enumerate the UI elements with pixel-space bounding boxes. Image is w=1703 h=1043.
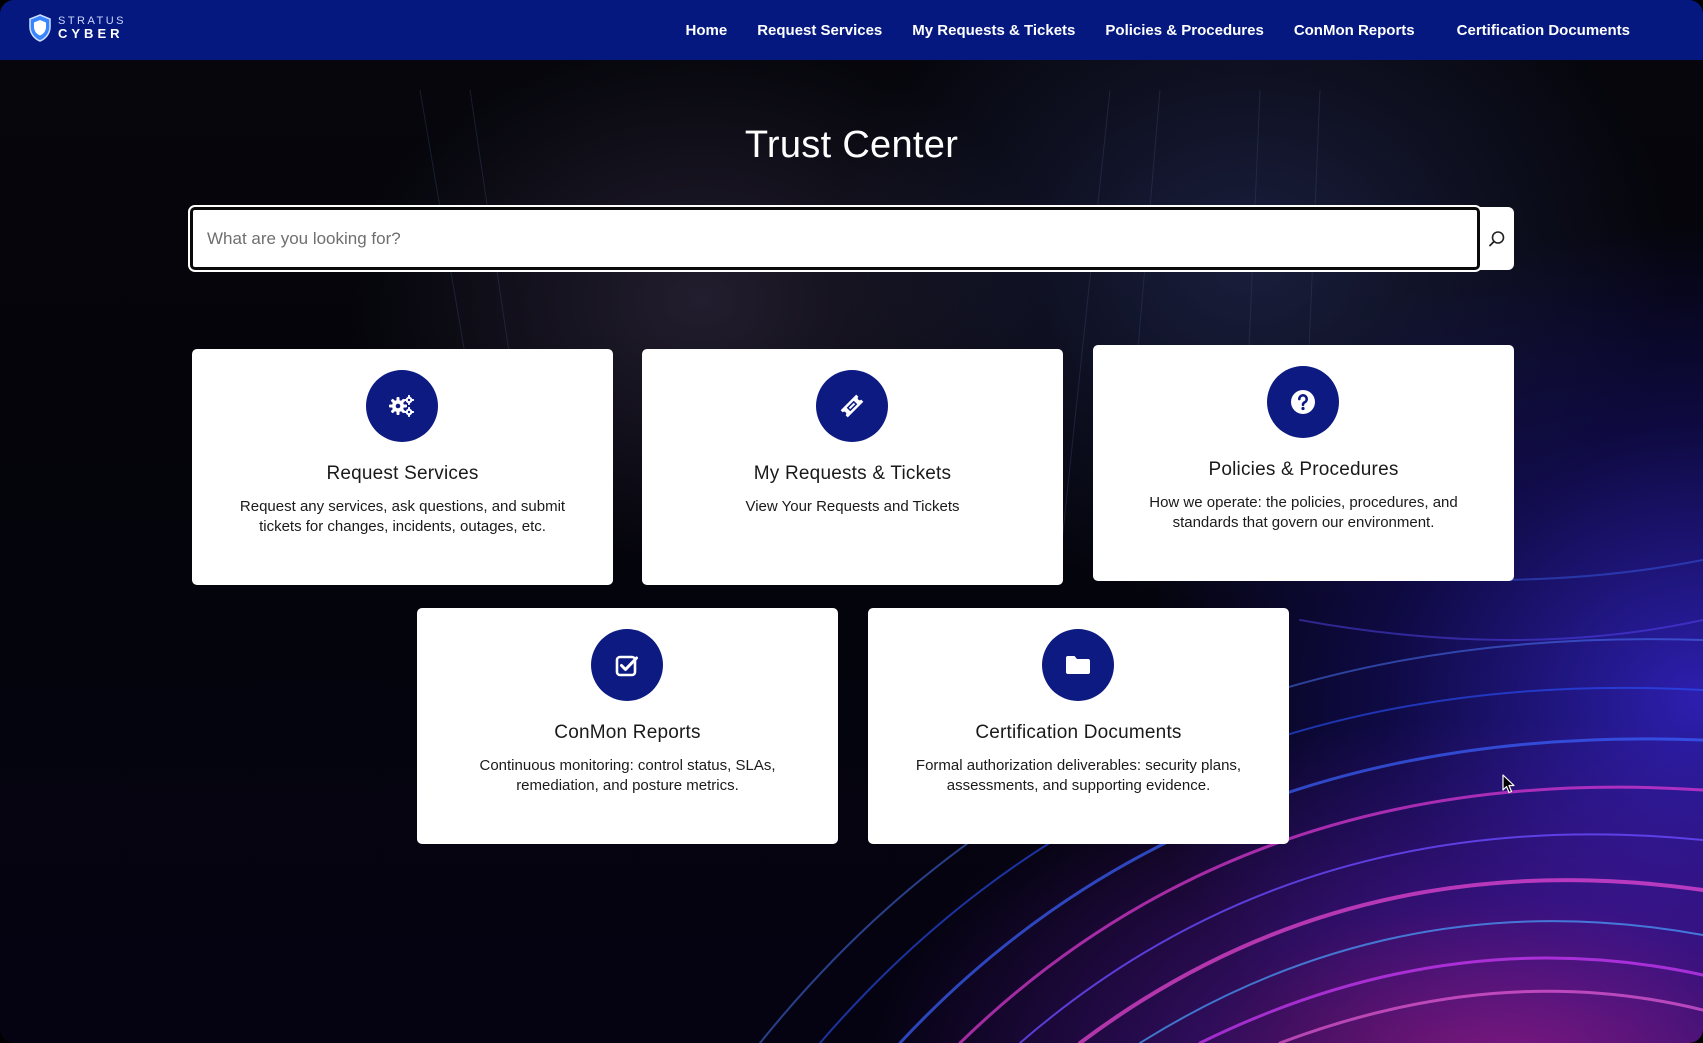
card-description: How we operate: the policies, procedures… — [1149, 494, 1458, 531]
card-title: Policies & Procedures — [1208, 459, 1399, 480]
nav-my-requests-tickets[interactable]: My Requests & Tickets — [897, 22, 1090, 39]
card-icon-circle — [1042, 629, 1114, 701]
card-description: Formal authorization deliverables: secur… — [915, 757, 1242, 794]
card-description: Continuous monitoring: control status, S… — [479, 757, 776, 794]
ticket-icon — [840, 394, 864, 418]
brand-bottom: CYBER — [58, 26, 124, 41]
nav-policies-procedures[interactable]: Policies & Procedures — [1090, 22, 1278, 39]
card-my-requests-tickets[interactable]: My Requests & Tickets View Your Requests… — [642, 349, 1063, 585]
nav-certification-documents[interactable]: Certification Documents — [1442, 22, 1645, 39]
page-title: Trust Center — [744, 124, 959, 166]
card-icon-circle — [591, 629, 663, 701]
checkbox-icon — [615, 655, 638, 677]
nav-links: Home Request Services My Requests & Tick… — [671, 0, 1645, 60]
card-title: Request Services — [326, 463, 479, 484]
card-title: My Requests & Tickets — [753, 463, 952, 484]
card-policies-procedures[interactable]: Policies & Procedures How we operate: th… — [1093, 345, 1514, 581]
search-bar — [188, 205, 1514, 272]
nav-home[interactable]: Home — [671, 22, 743, 39]
gears-icon — [389, 395, 414, 417]
card-icon-circle — [816, 370, 888, 442]
card-icon-circle — [366, 370, 438, 442]
folder-icon — [1066, 656, 1090, 674]
top-navbar: STRATUS CYBER Home Request Services My R… — [0, 0, 1703, 60]
card-title: ConMon Reports — [554, 722, 701, 743]
brand-logo[interactable]: STRATUS CYBER — [28, 14, 126, 42]
search-icon — [1489, 230, 1505, 246]
question-icon — [1291, 390, 1315, 414]
mouse-cursor-icon — [1502, 774, 1515, 794]
card-description: View Your Requests and Tickets — [745, 498, 960, 515]
search-input[interactable] — [188, 205, 1482, 272]
nav-request-services[interactable]: Request Services — [742, 22, 897, 39]
shield-icon — [29, 14, 51, 42]
brand-wordmark: STRATUS CYBER — [58, 16, 126, 41]
card-conmon-reports[interactable]: ConMon Reports Continuous monitoring: co… — [417, 608, 838, 844]
card-request-services[interactable]: Request Services Request any services, a… — [192, 349, 613, 585]
card-description: Request any services, ask questions, and… — [239, 498, 566, 535]
search-button[interactable] — [1480, 207, 1514, 270]
page: STRATUS CYBER Home Request Services My R… — [0, 0, 1703, 1043]
card-certification-documents[interactable]: Certification Documents Formal authoriza… — [868, 608, 1289, 844]
card-icon-circle — [1267, 366, 1339, 438]
card-title: Certification Documents — [975, 722, 1182, 743]
nav-conmon-reports[interactable]: ConMon Reports — [1279, 22, 1430, 39]
